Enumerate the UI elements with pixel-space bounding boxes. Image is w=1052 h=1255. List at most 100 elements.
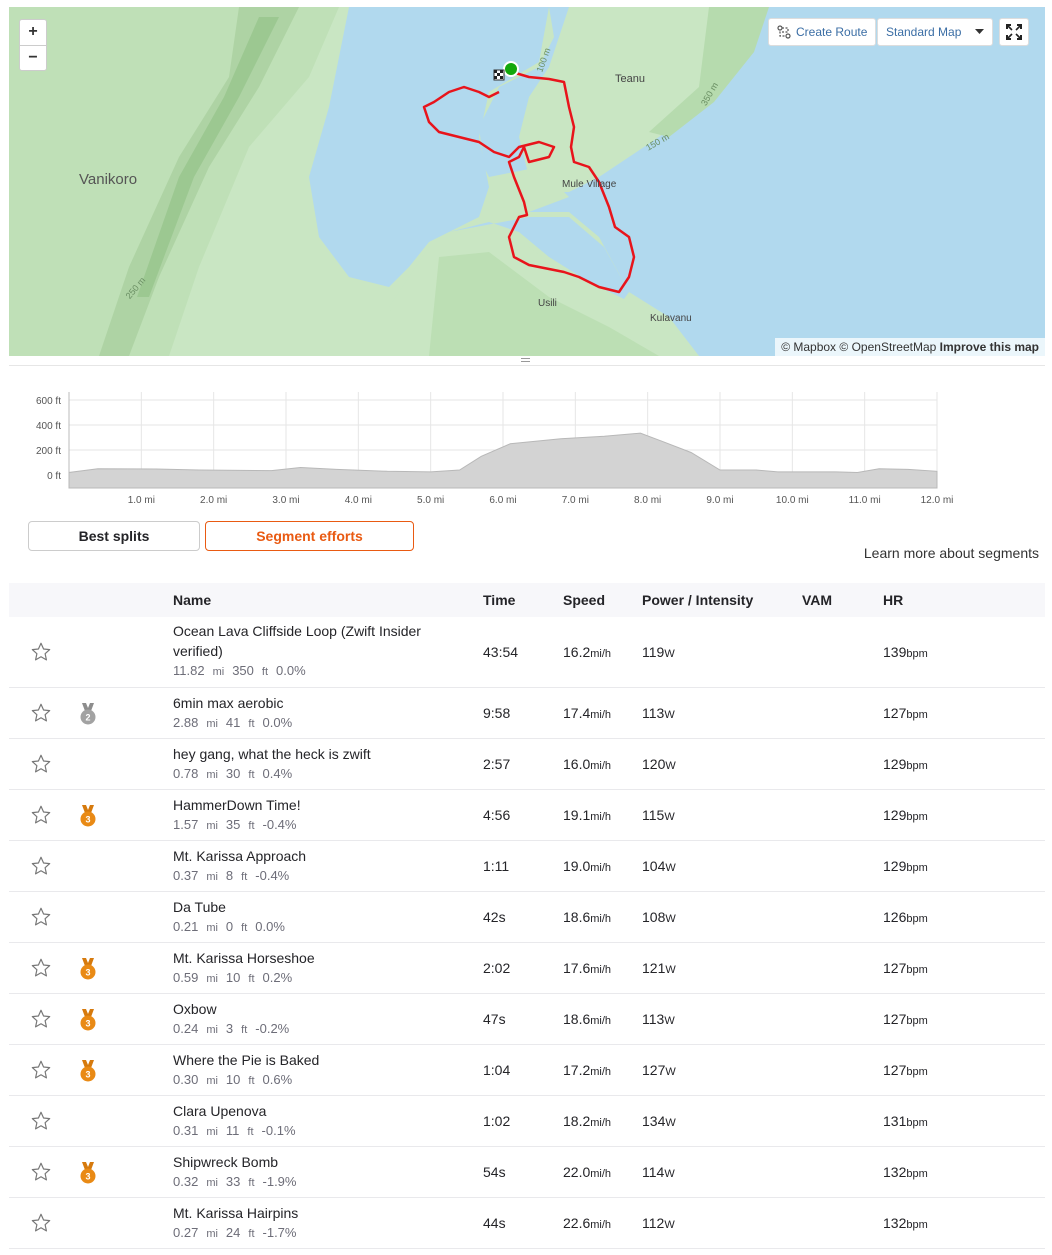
- segment-name-link[interactable]: Shipwreck Bomb: [173, 1152, 473, 1172]
- star-icon[interactable]: [30, 1110, 52, 1132]
- segment-elevation: 8 ft: [225, 868, 248, 883]
- segment-name-link[interactable]: Mt. Karissa Hairpins: [173, 1203, 473, 1223]
- mapbox-link[interactable]: © Mapbox: [781, 340, 836, 354]
- effort-power: 115W: [642, 807, 675, 823]
- x-tick-label: 12.0 mi: [921, 495, 954, 506]
- table-row[interactable]: Ocean Lava Cliffside Loop (Zwift Insider…: [9, 617, 1045, 688]
- improve-map-link[interactable]: Improve this map: [940, 340, 1039, 354]
- effort-time: 4:56: [483, 807, 511, 823]
- table-row[interactable]: 3 Where the Pie is Baked 0.30 mi 10 ft 0.6% …: [9, 1045, 1045, 1096]
- segment-elevation: 11 ft: [225, 1123, 254, 1138]
- osm-link[interactable]: © OpenStreetMap: [839, 340, 936, 354]
- segment-name-link[interactable]: Oxbow: [173, 999, 473, 1019]
- star-icon[interactable]: [30, 641, 52, 663]
- segment-name-link[interactable]: 6min max aerobic: [173, 693, 473, 713]
- tab-segment-efforts[interactable]: Segment efforts: [205, 521, 414, 551]
- segment-grade: -0.1%: [261, 1123, 296, 1138]
- star-icon[interactable]: [30, 1059, 52, 1081]
- star-icon[interactable]: [30, 702, 52, 724]
- segment-name-link[interactable]: HammerDown Time!: [173, 795, 473, 815]
- table-row[interactable]: Clara Upenova 0.31 mi 11 ft -0.1% 1:02 18.2m…: [9, 1096, 1045, 1147]
- segment-elevation: 10 ft: [225, 1072, 255, 1087]
- column-header-speed[interactable]: Speed: [563, 592, 605, 608]
- star-icon[interactable]: [30, 753, 52, 775]
- effort-speed: 18.2mi/h: [563, 1113, 612, 1129]
- drag-handle-icon[interactable]: [521, 358, 530, 362]
- effort-time: 43:54: [483, 644, 519, 660]
- segment-info: Mt. Karissa Hairpins 0.27 mi 24 ft -1.7%: [173, 1203, 473, 1244]
- zoom-out-button[interactable]: −: [20, 45, 46, 70]
- star-icon[interactable]: [30, 957, 52, 979]
- fullscreen-button[interactable]: [999, 18, 1029, 46]
- segment-grade: -1.9%: [262, 1174, 297, 1189]
- segment-info: Da Tube 0.21 mi 0 ft 0.0%: [173, 897, 473, 938]
- segment-distance: 2.88 mi: [173, 715, 218, 730]
- star-icon[interactable]: [30, 855, 52, 877]
- segment-name-link[interactable]: Da Tube: [173, 897, 473, 917]
- column-header-name[interactable]: Name: [173, 592, 211, 608]
- effort-power: 127W: [642, 1062, 676, 1078]
- table-row[interactable]: hey gang, what the heck is zwift 0.78 mi 3…: [9, 739, 1045, 790]
- column-header-time[interactable]: Time: [483, 592, 515, 608]
- table-row[interactable]: 3 HammerDown Time! 1.57 mi 35 ft -0.4% 4:56 …: [9, 790, 1045, 841]
- star-icon[interactable]: [30, 1161, 52, 1183]
- segment-grade: -0.4%: [262, 817, 297, 832]
- x-tick-label: 7.0 mi: [562, 495, 589, 506]
- star-icon[interactable]: [30, 1008, 52, 1030]
- column-header-vam[interactable]: VAM: [802, 592, 832, 608]
- medal-rank-2-icon: 2: [80, 703, 96, 725]
- effort-speed: 22.0mi/h: [563, 1164, 612, 1180]
- x-tick-label: 2.0 mi: [200, 495, 227, 506]
- route-map[interactable]: Vanikoro Teanu Mule Village Usili Kulava…: [9, 7, 1045, 356]
- effort-speed: 18.6mi/h: [563, 1011, 612, 1027]
- x-tick-label: 5.0 mi: [417, 495, 444, 506]
- segment-efforts-table: Name Time Speed Power / Intensity VAM HR…: [9, 583, 1045, 1249]
- zoom-in-button[interactable]: +: [20, 20, 46, 45]
- start-marker-icon[interactable]: [503, 61, 519, 77]
- segment-grade: -1.7%: [262, 1225, 297, 1240]
- column-header-hr[interactable]: HR: [883, 592, 903, 608]
- map-resize-handle[interactable]: [9, 356, 1045, 366]
- expand-icon: [1006, 24, 1022, 40]
- map-canvas[interactable]: [9, 7, 1045, 356]
- effort-speed: 22.6mi/h: [563, 1215, 612, 1231]
- caret-down-icon: [975, 29, 984, 34]
- x-tick-label: 3.0 mi: [272, 495, 299, 506]
- table-row[interactable]: 3 Shipwreck Bomb 0.32 mi 33 ft -1.9% 54s 22.…: [9, 1147, 1045, 1198]
- effort-power: 114W: [642, 1164, 675, 1180]
- segment-elevation: 35 ft: [225, 817, 255, 832]
- segment-info: HammerDown Time! 1.57 mi 35 ft -0.4%: [173, 795, 473, 836]
- table-row[interactable]: Mt. Karissa Hairpins 0.27 mi 24 ft -1.7% 44s…: [9, 1198, 1045, 1249]
- effort-time: 9:58: [483, 705, 511, 721]
- effort-hr: 126bpm: [883, 909, 928, 925]
- elevation-chart[interactable]: 600 ft 400 ft 200 ft 0 ft 1.0 mi 2.0 mi 3.0 m…: [9, 380, 969, 510]
- segment-name-link[interactable]: Clara Upenova: [173, 1101, 473, 1121]
- x-tick-label: 6.0 mi: [489, 495, 516, 506]
- table-row[interactable]: Mt. Karissa Approach 0.37 mi 8 ft -0.4% 1:11…: [9, 841, 1045, 892]
- segment-name-link[interactable]: Mt. Karissa Horseshoe: [173, 948, 473, 968]
- table-row[interactable]: Da Tube 0.21 mi 0 ft 0.0% 42s 18.6mi/h 108W …: [9, 892, 1045, 943]
- segment-name-link[interactable]: Ocean Lava Cliffside Loop (Zwift Insider…: [173, 621, 473, 661]
- create-route-button[interactable]: Create Route: [768, 18, 877, 46]
- tab-best-splits[interactable]: Best splits: [28, 521, 200, 551]
- segment-distance: 0.37 mi: [173, 868, 218, 883]
- star-icon[interactable]: [30, 906, 52, 928]
- medal-rank-3-icon: 3: [80, 1162, 96, 1184]
- effort-hr: 139bpm: [883, 644, 928, 660]
- svg-text:3: 3: [85, 1019, 90, 1029]
- star-icon[interactable]: [30, 804, 52, 826]
- star-icon[interactable]: [30, 1212, 52, 1234]
- learn-more-segments-link[interactable]: Learn more about segments: [864, 545, 1039, 561]
- table-row[interactable]: 3 Mt. Karissa Horseshoe 0.59 mi 10 ft 0.2% 2…: [9, 943, 1045, 994]
- column-header-power[interactable]: Power / Intensity: [642, 592, 753, 608]
- table-row[interactable]: 3 Oxbow 0.24 mi 3 ft -0.2% 47s 18.6mi/h 113W…: [9, 994, 1045, 1045]
- segment-grade: -0.2%: [255, 1021, 290, 1036]
- effort-speed: 16.0mi/h: [563, 756, 612, 772]
- segment-name-link[interactable]: hey gang, what the heck is zwift: [173, 744, 473, 764]
- svg-text:3: 3: [85, 815, 90, 825]
- segment-name-link[interactable]: Mt. Karissa Approach: [173, 846, 473, 866]
- segment-name-link[interactable]: Where the Pie is Baked: [173, 1050, 473, 1070]
- map-type-dropdown[interactable]: Standard Map: [877, 18, 993, 46]
- segment-elevation: 0 ft: [225, 919, 248, 934]
- table-row[interactable]: 2 6min max aerobic 2.88 mi 41 ft 0.0% 9:58 1…: [9, 688, 1045, 739]
